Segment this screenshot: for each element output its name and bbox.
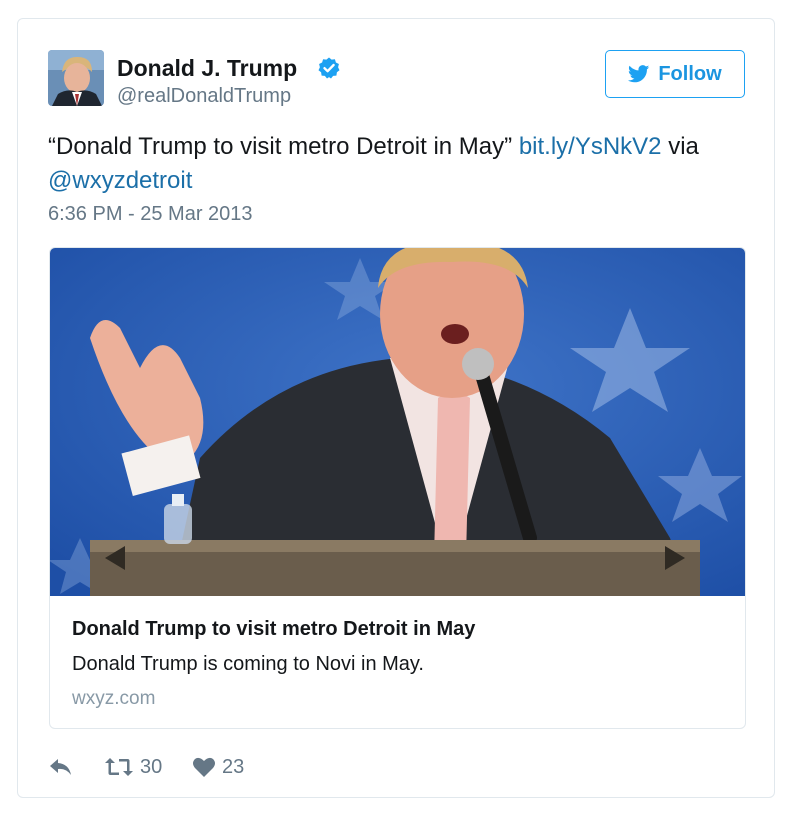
like-button[interactable]: 23 xyxy=(192,752,244,782)
tweet-mention[interactable]: @wxyzdetroit xyxy=(48,167,192,194)
retweet-icon xyxy=(105,758,133,776)
tweet-text-quote: “Donald Trump to visit metro Detroit in … xyxy=(48,133,519,160)
twitter-bird-icon xyxy=(628,65,650,83)
retweet-button[interactable]: 30 xyxy=(104,752,162,782)
card-domain: wxyz.com xyxy=(72,688,156,709)
tweet-timestamp[interactable]: 6:36 PM - 25 Mar 2013 xyxy=(48,203,253,226)
author-handle[interactable]: @realDonaldTrump xyxy=(117,85,291,108)
like-count: 23 xyxy=(222,755,245,778)
card-image xyxy=(50,248,745,596)
avatar[interactable] xyxy=(48,50,104,106)
avatar-image xyxy=(48,50,104,106)
card-description: Donald Trump is coming to Novi in May. xyxy=(72,653,424,675)
tweet-text: “Donald Trump to visit metro Detroit in … xyxy=(48,130,748,198)
reply-button[interactable] xyxy=(48,752,74,782)
heart-icon xyxy=(193,757,215,777)
embedded-tweet: Donald J. Trump @realDonaldTrump Follow … xyxy=(17,18,775,798)
tweet-text-via: via xyxy=(661,133,699,160)
follow-button[interactable]: Follow xyxy=(605,50,745,98)
follow-label: Follow xyxy=(658,62,722,85)
author-name[interactable]: Donald J. Trump xyxy=(117,55,297,82)
reply-icon xyxy=(50,759,71,775)
verified-badge-icon xyxy=(318,57,340,79)
link-card[interactable]: Donald Trump to visit metro Detroit in M… xyxy=(49,247,746,729)
tweet-link[interactable]: bit.ly/YsNkV2 xyxy=(519,133,662,160)
card-title: Donald Trump to visit metro Detroit in M… xyxy=(72,618,476,640)
retweet-count: 30 xyxy=(140,755,163,778)
